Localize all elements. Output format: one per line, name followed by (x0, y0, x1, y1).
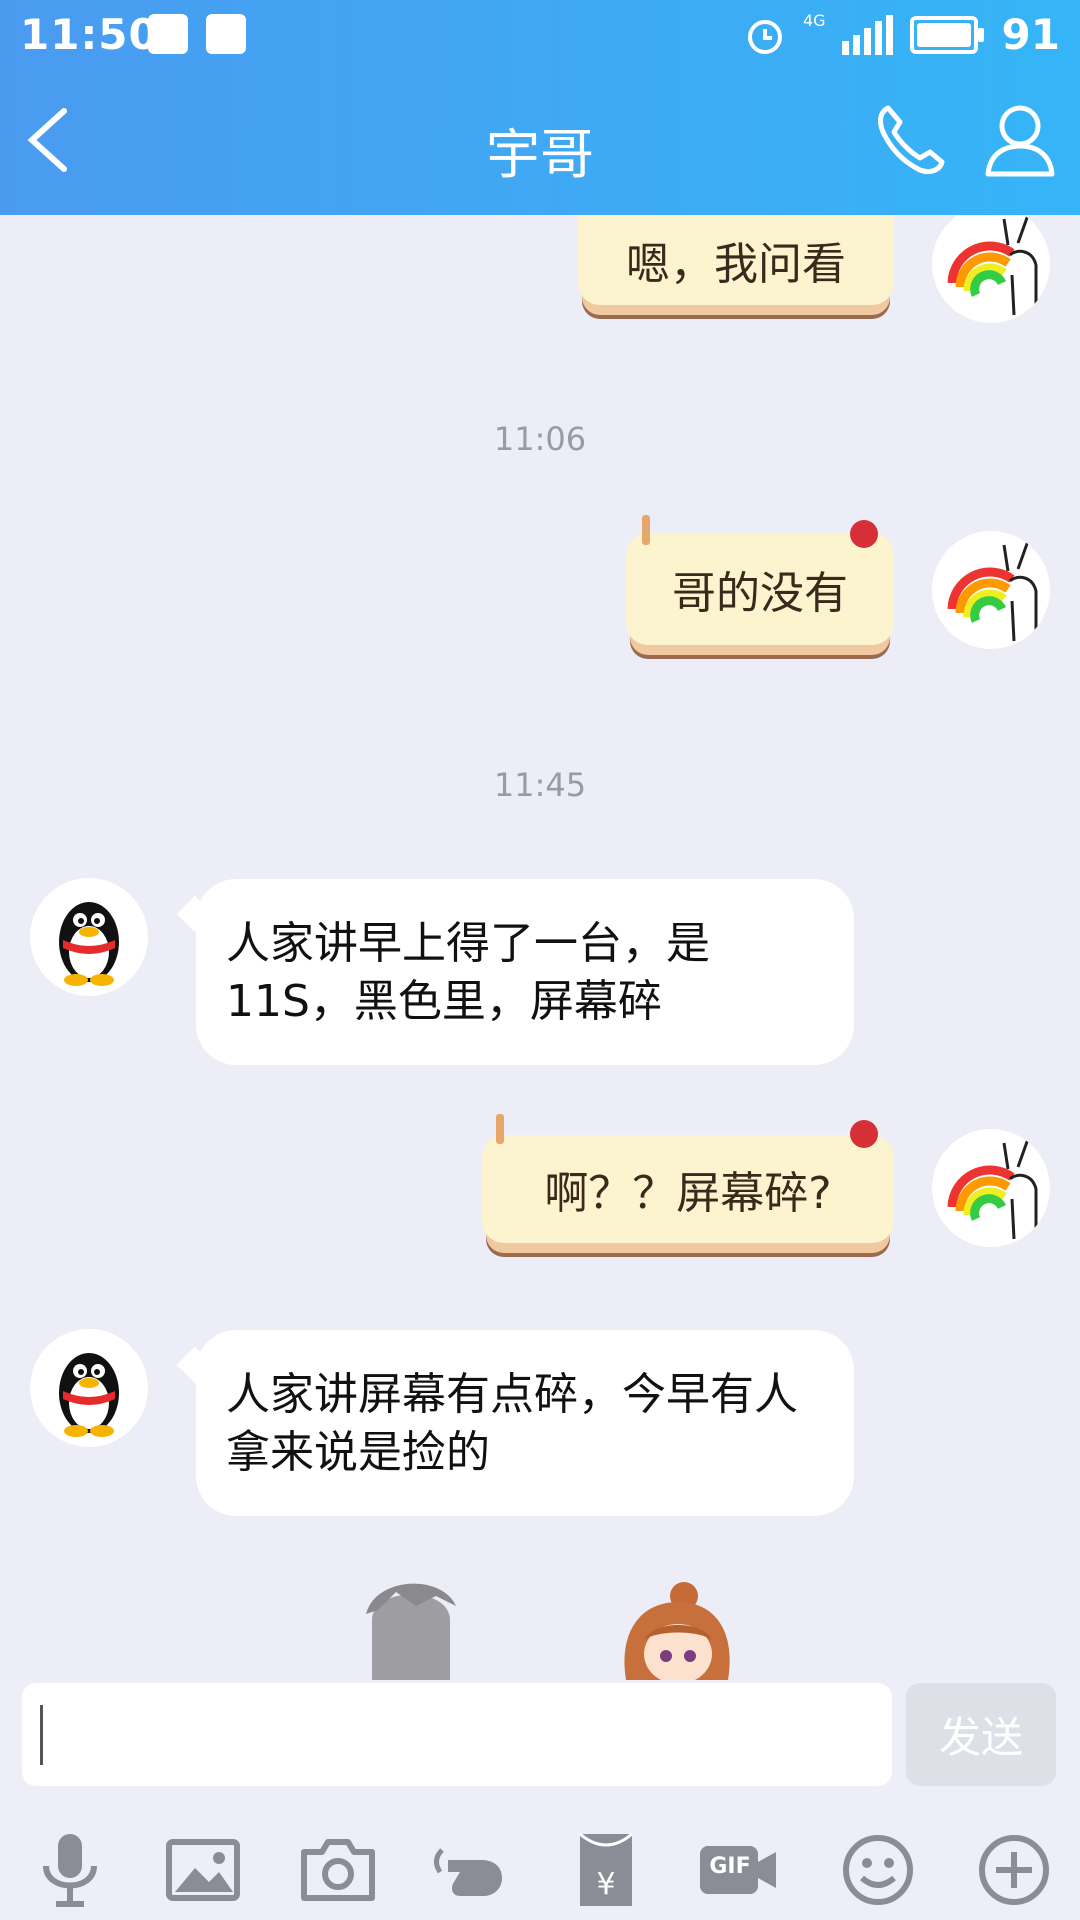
message-text: 人家讲早上得了一台，是11S，黑色里，屏幕碎 (226, 918, 710, 1027)
rainbow-rabbit-icon (947, 215, 1038, 316)
boy-cartoon-icon (366, 1583, 456, 1680)
message-input[interactable] (22, 1683, 892, 1786)
message-bubble-mine[interactable]: 哥的没有 (626, 533, 894, 645)
status-bar: 11:50 4G 91 (0, 0, 1080, 70)
my-avatar[interactable] (932, 531, 1050, 649)
input-toolbar: ¥ GIF (0, 1820, 1080, 1920)
penguin-icon (59, 1353, 119, 1437)
red-packet-icon[interactable]: ¥ (566, 1830, 646, 1910)
battery-fill (916, 22, 972, 47)
timestamp: 11:45 (493, 766, 587, 804)
candle-decoration (642, 515, 650, 545)
svg-text:¥: ¥ (596, 1867, 615, 1902)
uc-browser-icon (148, 14, 188, 54)
girl-cartoon-icon (624, 1582, 730, 1680)
message-list[interactable]: 嗯，我问看 11:06 哥的没有 11:45 人家讲早上得了一台，是11S，黑色… (0, 215, 1080, 1680)
emoji-icon[interactable] (838, 1830, 918, 1910)
text-cursor (40, 1705, 43, 1765)
message-text: 啊？？屏幕碎? (544, 1168, 832, 1219)
robot-app-icon (206, 14, 246, 54)
penguin-icon (59, 902, 119, 986)
rainbow-rabbit-icon (947, 1138, 1038, 1240)
message-bubble-mine[interactable]: 嗯，我问看 (578, 215, 894, 305)
battery-level: 91 (1001, 10, 1060, 59)
gif-icon[interactable]: GIF (698, 1830, 778, 1910)
profile-icon[interactable] (980, 100, 1060, 180)
phone-call-icon[interactable] (870, 100, 950, 180)
my-avatar[interactable] (932, 1129, 1050, 1247)
my-avatar[interactable] (932, 215, 1050, 323)
contact-avatar[interactable] (30, 878, 148, 996)
message-bubble-mine[interactable]: 啊？？屏幕碎? (482, 1135, 894, 1243)
cherry-decoration (850, 520, 878, 548)
send-button[interactable]: 发送 (906, 1683, 1056, 1786)
network-type: 4G (802, 11, 826, 30)
poke-hand-icon[interactable] (430, 1830, 510, 1910)
status-time: 11:50 (20, 10, 159, 59)
message-text: 人家讲屏幕有点碎，今早有人拿来说是捡的 (226, 1369, 798, 1478)
gif-label: GIF (709, 1854, 751, 1879)
microphone-icon[interactable] (30, 1830, 110, 1910)
message-text: 哥的没有 (672, 568, 848, 619)
message-text: 嗯，我问看 (626, 239, 846, 290)
cherry-decoration (850, 1120, 878, 1148)
battery-icon (909, 15, 984, 54)
alarm-icon (747, 19, 782, 54)
rainbow-rabbit-icon (947, 540, 1038, 642)
image-icon[interactable] (163, 1830, 243, 1910)
plus-icon[interactable] (974, 1830, 1054, 1910)
camera-icon[interactable] (298, 1830, 378, 1910)
contact-avatar[interactable] (30, 1329, 148, 1447)
message-bubble-theirs[interactable]: 人家讲早上得了一台，是11S，黑色里，屏幕碎 (196, 879, 854, 1065)
timestamp: 11:06 (493, 420, 587, 458)
message-bubble-theirs[interactable]: 人家讲屏幕有点碎，今早有人拿来说是捡的 (196, 1330, 854, 1516)
candle-decoration (496, 1114, 504, 1144)
signal-icon (841, 14, 893, 55)
title-bar: 11:50 4G 91 宇哥 (0, 0, 1080, 215)
composer: 发送 ¥ GIF (0, 1680, 1080, 1920)
